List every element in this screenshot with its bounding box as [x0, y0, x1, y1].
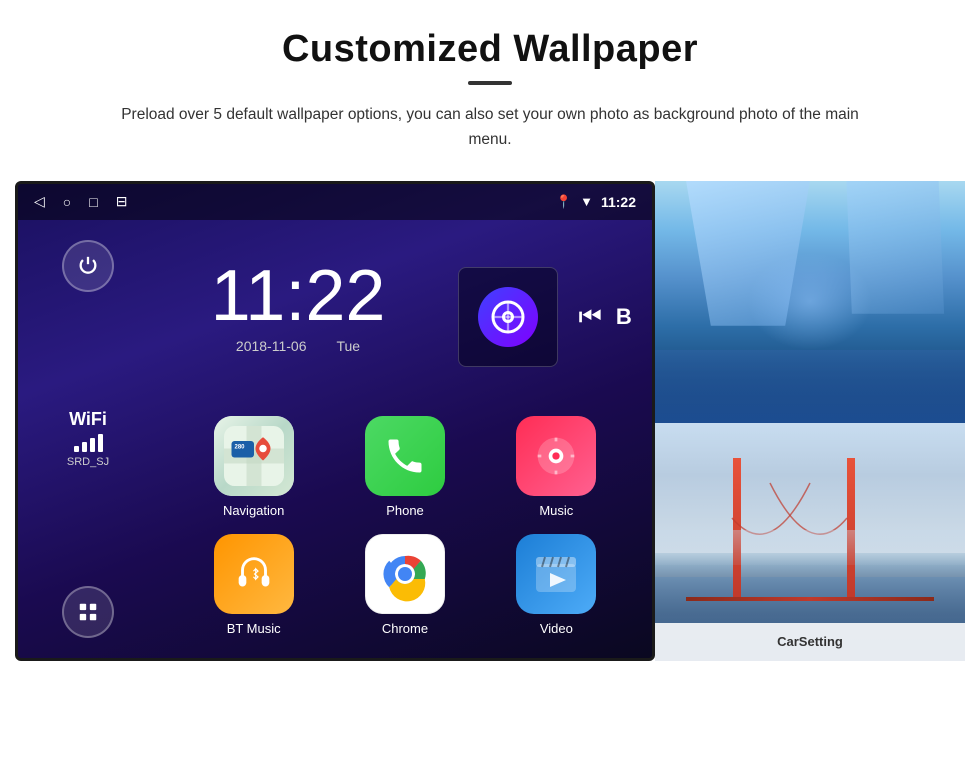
wifi-ssid: SRD_SJ — [67, 456, 109, 468]
title-divider — [468, 81, 512, 85]
carsetting-label-area: CarSetting — [655, 623, 965, 661]
nav-icons: ◁ ○ □ ⊟ — [34, 193, 127, 210]
app-btmusic[interactable]: BT Music — [178, 526, 329, 644]
video-icon — [516, 534, 596, 614]
status-time: 11:22 — [601, 194, 636, 210]
wallpaper-bridge[interactable]: CarSetting — [655, 423, 965, 661]
prev-track-icon[interactable]: ⏮ — [579, 301, 602, 333]
clock-section: 11:22 2018-11-06 Tue — [158, 220, 438, 395]
phone-icon — [365, 416, 445, 496]
status-bar: ◁ ○ □ ⊟ 📍 ▼ 11:22 — [18, 184, 652, 220]
clock-date-value: 2018-11-06 — [236, 338, 307, 354]
navigation-label: Navigation — [223, 503, 284, 518]
music-icon — [516, 416, 596, 496]
wallpaper-ice-cave[interactable] — [655, 181, 965, 423]
home-icon[interactable]: ○ — [63, 194, 71, 210]
status-right: 📍 ▼ 11:22 — [556, 194, 636, 210]
carsetting-label: CarSetting — [777, 634, 843, 649]
page-wrapper: Customized Wallpaper Preload over 5 defa… — [0, 0, 980, 758]
screen-area: ◁ ○ □ ⊟ 📍 ▼ 11:22 — [15, 181, 965, 661]
wifi-info: WiFi SRD_SJ — [67, 409, 109, 468]
music-label: Music — [539, 503, 573, 518]
phone-label: Phone — [386, 503, 424, 518]
location-icon: 📍 — [556, 194, 572, 210]
media-icon — [478, 287, 538, 347]
btmusic-icon — [214, 534, 294, 614]
app-chrome[interactable]: Chrome — [329, 526, 480, 644]
wifi-label: WiFi — [69, 409, 107, 430]
chrome-icon — [365, 534, 445, 614]
main-content: 11:22 2018-11-06 Tue — [158, 220, 652, 658]
apps-grid: 280 Navigation — [158, 395, 652, 658]
screenshot-icon[interactable]: ⊟ — [116, 193, 128, 210]
video-label: Video — [540, 621, 573, 636]
page-subtitle: Preload over 5 default wallpaper options… — [110, 103, 870, 153]
clock-date: 2018-11-06 Tue — [236, 338, 360, 354]
media-section: ⏮ B — [438, 220, 652, 395]
wifi-bar-2 — [82, 442, 87, 452]
wifi-bar-4 — [98, 434, 103, 452]
app-music[interactable]: Music — [481, 409, 632, 527]
recents-icon[interactable]: □ — [89, 194, 97, 210]
clock-time: 11:22 — [211, 260, 386, 332]
ice-shapes — [655, 181, 965, 423]
wifi-bars — [74, 434, 103, 452]
wifi-bar-1 — [74, 446, 79, 452]
power-button[interactable] — [62, 240, 114, 292]
apps-button[interactable] — [62, 586, 114, 638]
media-controls: ⏮ B — [579, 301, 632, 333]
app-video[interactable]: Video — [481, 526, 632, 644]
app-navigation[interactable]: 280 Navigation — [178, 409, 329, 527]
page-title: Customized Wallpaper — [282, 28, 698, 71]
app-phone[interactable]: Phone — [329, 409, 480, 527]
chrome-label: Chrome — [382, 621, 428, 636]
navigation-icon: 280 — [214, 416, 294, 496]
media-widget[interactable] — [458, 267, 558, 367]
clock-day-value: Tue — [336, 338, 360, 354]
wallpaper-panel: CarSetting — [655, 181, 965, 661]
next-content-icon[interactable]: B — [616, 304, 632, 330]
android-screen: ◁ ○ □ ⊟ 📍 ▼ 11:22 — [15, 181, 655, 661]
svg-text:280: 280 — [234, 445, 245, 451]
left-sidebar: WiFi SRD_SJ — [18, 220, 158, 658]
back-icon[interactable]: ◁ — [34, 193, 45, 210]
wifi-icon: ▼ — [580, 194, 593, 209]
btmusic-label: BT Music — [227, 621, 281, 636]
wifi-bar-3 — [90, 438, 95, 452]
